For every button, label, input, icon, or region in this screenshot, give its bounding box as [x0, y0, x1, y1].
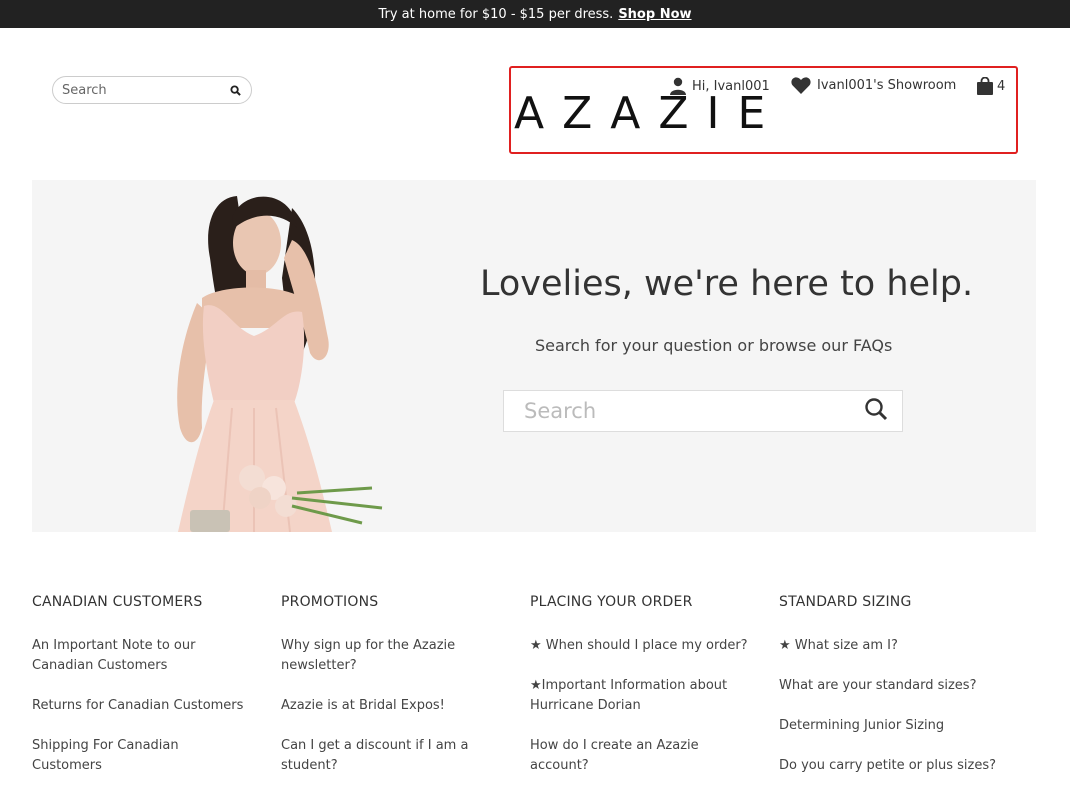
promo-bar: Try at home for $10 - $15 per dress. Sho… — [0, 0, 1070, 28]
faq-column-promotions: PROMOTIONS Why sign up for the Azazie ne… — [281, 594, 501, 794]
faq-column-heading: CANADIAN CUSTOMERS — [32, 594, 203, 610]
header-search[interactable] — [52, 76, 252, 104]
promo-text: Try at home for $10 - $15 per dress. — [378, 6, 614, 22]
faq-link[interactable]: Determining Junior Sizing — [779, 716, 999, 736]
faq-column-placing-your-order: PLACING YOUR ORDER ★ When should I place… — [530, 594, 750, 794]
search-icon[interactable] — [864, 397, 888, 425]
faq-link[interactable]: ★ When should I place my order? — [530, 636, 750, 656]
showroom-link[interactable]: Ivanl001's Showroom — [791, 77, 956, 94]
faq-search-input[interactable] — [524, 399, 864, 423]
faq-link[interactable]: Shipping For Canadian Customers — [32, 736, 252, 776]
faq-link[interactable]: Returns for Canadian Customers — [32, 696, 252, 716]
account-link[interactable]: Hi, Ivanl001 — [670, 77, 770, 95]
hero-subtitle: Search for your question or browse our F… — [535, 336, 893, 355]
faq-link[interactable]: ★Important Information about Hurricane D… — [530, 676, 750, 716]
shopping-bag-icon — [977, 77, 993, 95]
faq-link[interactable]: An Important Note to our Canadian Custom… — [32, 636, 252, 676]
faq-column-heading: STANDARD SIZING — [779, 594, 912, 610]
faq-link[interactable]: ★ What size am I? — [779, 636, 999, 656]
faq-link[interactable]: Why sign up for the Azazie newsletter? — [281, 636, 501, 676]
faq-link[interactable]: Azazie is at Bridal Expos! — [281, 696, 501, 716]
faq-search-box[interactable] — [503, 390, 903, 432]
user-greeting: Hi, Ivanl001 — [692, 78, 770, 94]
cart-link[interactable]: 4 — [977, 77, 1005, 95]
heart-icon — [791, 77, 811, 94]
cart-count: 4 — [997, 78, 1006, 94]
faq-link[interactable]: Can I get a discount if I am a student? — [281, 736, 501, 776]
showroom-label: Ivanl001's Showroom — [817, 78, 957, 93]
faq-column-heading: PLACING YOUR ORDER — [530, 594, 693, 610]
model-in-dress-image — [177, 196, 383, 532]
faq-link[interactable]: What are your standard sizes? — [779, 676, 999, 696]
faq-link[interactable]: Do you carry petite or plus sizes? — [779, 756, 999, 776]
hero-banner: Lovelies, we're here to help. Search for… — [32, 180, 1036, 532]
user-icon — [670, 77, 686, 95]
faq-column-standard-sizing: STANDARD SIZING ★ What size am I? What a… — [779, 594, 999, 794]
hero-title: Lovelies, we're here to help. — [480, 264, 974, 304]
faq-link[interactable]: How do I create an Azazie account? — [530, 736, 750, 776]
search-icon[interactable] — [228, 83, 242, 97]
shop-now-link[interactable]: Shop Now — [618, 7, 691, 22]
faq-column-heading: PROMOTIONS — [281, 594, 379, 610]
header-search-input[interactable] — [62, 82, 228, 98]
faq-column-canadian-customers: CANADIAN CUSTOMERS An Important Note to … — [32, 594, 252, 794]
azazie-logo[interactable]: AZAZIE — [514, 88, 783, 139]
